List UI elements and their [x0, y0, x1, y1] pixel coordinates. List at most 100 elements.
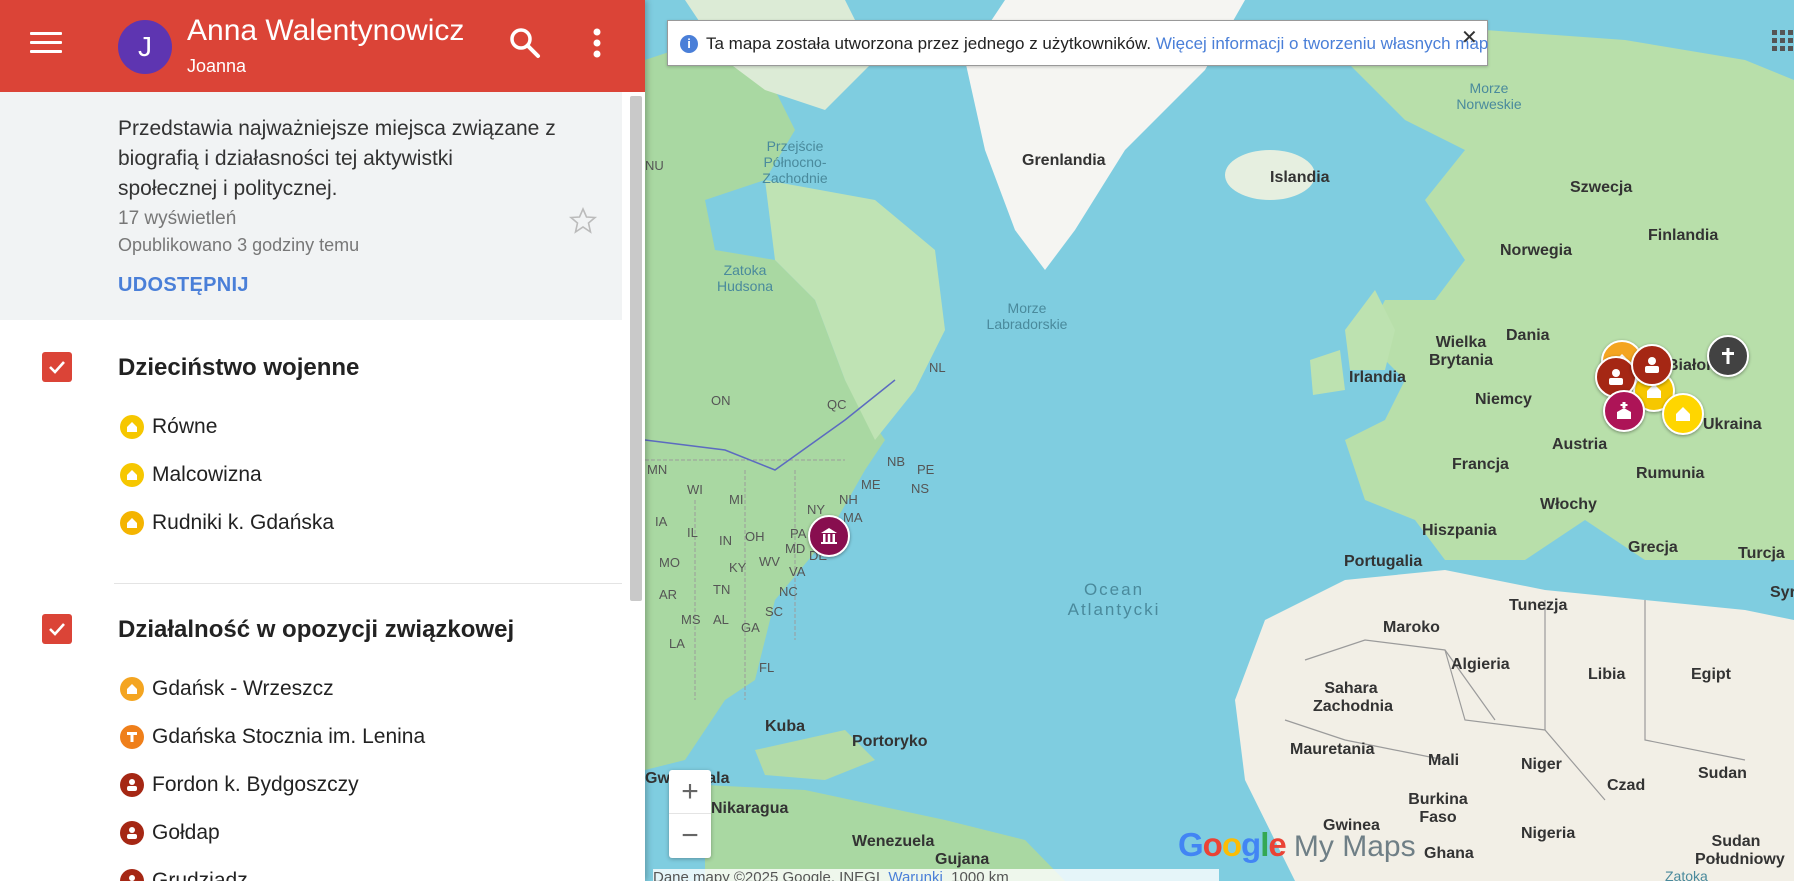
- close-icon[interactable]: ✕: [1461, 25, 1478, 50]
- layer-divider: [114, 583, 622, 584]
- search-icon[interactable]: [508, 26, 542, 60]
- region-label: NS: [911, 481, 930, 496]
- house-marker[interactable]: [1662, 393, 1704, 435]
- list-item[interactable]: Grudziądz: [118, 866, 598, 881]
- list-item-label: Równe: [152, 415, 218, 438]
- avatar[interactable]: J: [118, 20, 172, 74]
- apps-grid-icon[interactable]: [1772, 30, 1794, 57]
- info-notice-banner: i Ta mapa została utworzona przez jedneg…: [667, 20, 1488, 66]
- region-label: AR: [659, 587, 678, 602]
- notice-link[interactable]: Więcej informacji o tworzeniu własnych m…: [1156, 34, 1489, 53]
- map-description: Przedstawia najważniejsze miejsca związa…: [118, 117, 556, 200]
- region-label: WV: [759, 554, 780, 569]
- layer-title: Dzieciństwo wojenne: [118, 354, 360, 381]
- map-label: Sudan: [1698, 765, 1747, 782]
- map-label: Kuba: [765, 718, 805, 735]
- map-label: Maroko: [1383, 619, 1440, 636]
- house-icon: [120, 511, 144, 535]
- list-item[interactable]: Gołdap: [118, 818, 598, 850]
- layer-checkbox[interactable]: [42, 352, 72, 382]
- map-canvas[interactable]: Grenlandia Islandia Norwegia Szwecja Fin…: [645, 0, 1794, 881]
- map-label: Finlandia: [1648, 227, 1719, 244]
- list-item-label: Gdańska Stocznia im. Lenina: [152, 725, 426, 748]
- map-label: Ukraina: [1703, 416, 1762, 433]
- map-label: Syr: [1770, 584, 1794, 601]
- zoom-control: + −: [669, 770, 711, 858]
- region-label: OH: [745, 529, 765, 544]
- house-icon: [120, 677, 144, 701]
- map-label: Austria: [1552, 436, 1608, 453]
- region-label: IA: [655, 514, 668, 529]
- map-label: Tunezja: [1509, 597, 1568, 614]
- house-icon: [120, 463, 144, 487]
- map-label: Grecja: [1628, 539, 1678, 556]
- region-label: QC: [827, 397, 847, 412]
- map-label: Dania: [1506, 327, 1550, 344]
- crane-icon: [120, 725, 144, 749]
- list-item[interactable]: Rudniki k. Gdańska: [118, 508, 598, 540]
- list-item[interactable]: Gdańsk - Wrzeszcz: [118, 674, 598, 706]
- map-label: Islandia: [1270, 169, 1330, 186]
- list-item[interactable]: Równe: [118, 412, 598, 444]
- notice-message: Ta mapa została utworzona przez jednego …: [706, 34, 1152, 53]
- region-label: MS: [681, 612, 701, 627]
- region-label: MD: [785, 541, 806, 556]
- share-button[interactable]: UDOSTĘPNIJ: [118, 274, 249, 297]
- list-item[interactable]: Gdańska Stocznia im. Lenina: [118, 722, 598, 754]
- region-label: KY: [729, 560, 747, 575]
- map-label: Nikaragua: [711, 800, 789, 817]
- list-item-label: Fordon k. Bydgoszczy: [152, 773, 359, 796]
- region-label: MN: [647, 462, 668, 477]
- region-label: PA: [790, 526, 807, 541]
- map-label: Irlandia: [1349, 369, 1406, 386]
- ocean-label: Ocean Atlantycki: [1067, 580, 1161, 619]
- region-label: NU: [645, 158, 664, 173]
- google-my-maps-logo: Google My Maps: [1178, 826, 1416, 863]
- map-attribution: Dane mapy ©2025 Google, INEGI Warunki 10…: [653, 869, 1219, 881]
- zoom-in-button[interactable]: +: [669, 770, 711, 814]
- cross-marker[interactable]: [1707, 335, 1749, 377]
- region-label: NL: [929, 360, 946, 375]
- list-item-label: Malcowizna: [152, 463, 262, 486]
- prisoner-icon: [120, 869, 144, 881]
- sea-label: Przejście Północno-Zachodnie: [762, 138, 828, 186]
- list-item[interactable]: Fordon k. Bydgoszczy: [118, 770, 598, 802]
- map-label: Niger: [1521, 756, 1562, 773]
- app-window: J Anna Walentynowicz Joanna Przedstawia …: [0, 0, 1794, 881]
- prisoner-icon: [120, 773, 144, 797]
- map-label: Portoryko: [852, 733, 928, 750]
- map-label: Mauretania: [1290, 741, 1375, 758]
- region-label: IL: [687, 525, 698, 540]
- list-item-label: Grudziądz: [152, 869, 248, 881]
- zoom-out-button[interactable]: −: [669, 814, 711, 857]
- map-legend-panel: J Anna Walentynowicz Joanna Przedstawia …: [0, 0, 645, 881]
- info-icon: i: [680, 35, 698, 53]
- scale-label: 1000 km: [951, 869, 1009, 881]
- more-options-icon[interactable]: [580, 24, 614, 62]
- attribution-text: Dane mapy ©2025 Google, INEGI: [653, 869, 881, 881]
- menu-icon[interactable]: [30, 28, 62, 56]
- map-label: Hiszpania: [1422, 522, 1497, 539]
- museum-marker[interactable]: [808, 515, 850, 557]
- map-label: Mali: [1428, 752, 1460, 769]
- map-label: Algieria: [1451, 656, 1510, 673]
- map-base-layer: [645, 0, 1794, 881]
- region-label: AL: [713, 612, 729, 627]
- map-label: Turcja: [1738, 545, 1785, 562]
- panel-scrollbar[interactable]: [630, 96, 642, 601]
- region-label: MI: [729, 492, 744, 507]
- map-label: Portugalia: [1344, 553, 1423, 570]
- map-title: Anna Walentynowicz: [187, 14, 465, 47]
- terms-link[interactable]: Warunki: [888, 869, 942, 881]
- map-owner[interactable]: Joanna: [187, 56, 246, 77]
- region-label: PE: [917, 462, 935, 477]
- map-info-section: Przedstawia najważniejsze miejsca związa…: [0, 92, 622, 320]
- layer-checkbox[interactable]: [42, 614, 72, 644]
- list-item[interactable]: Malcowizna: [118, 460, 598, 492]
- sea-label: Zatoka Hudsona: [716, 262, 774, 294]
- star-icon[interactable]: [568, 206, 598, 236]
- prisoner-marker[interactable]: [1631, 344, 1673, 386]
- church-marker[interactable]: [1603, 390, 1645, 432]
- map-label: Norwegia: [1500, 242, 1573, 259]
- region-label: NY: [807, 502, 826, 517]
